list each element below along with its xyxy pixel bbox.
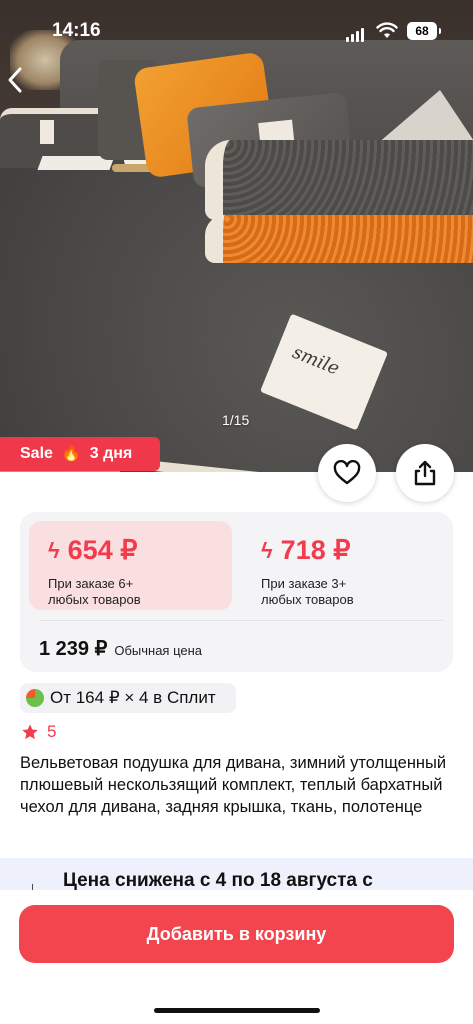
regular-price: 1 239 ₽ Обычная цена <box>39 636 202 661</box>
image-counter: 1/15 <box>222 412 250 428</box>
status-time: 14:16 <box>52 20 101 41</box>
rating[interactable]: 5 <box>21 722 56 742</box>
status-bar: 14:16 68 <box>0 18 473 46</box>
back-icon[interactable] <box>6 66 32 98</box>
sale-badge: Sale 🔥 3 дня <box>0 437 160 471</box>
home-indicator <box>154 1008 320 1013</box>
regular-price-value: 1 239 ₽ <box>39 638 108 660</box>
tier-price: 718 ₽ <box>280 535 351 565</box>
tier-price: 654 ₽ <box>67 535 138 565</box>
price-drop-text: Цена снижена с 4 по 18 августа с <box>63 870 373 891</box>
tier-condition: При заказе 3+ <box>261 576 347 591</box>
regular-price-label: Обычная цена <box>114 643 203 658</box>
heart-icon <box>333 460 361 485</box>
split-text: От 164 ₽ × 4 в Сплит <box>50 688 216 707</box>
bolt-icon: ϟ <box>261 537 273 563</box>
sale-label: Sale <box>20 445 53 462</box>
bottom-bar: Добавить в корзину <box>0 890 473 1024</box>
sale-days: 3 дня <box>89 445 133 462</box>
price-card: ϟ 654 ₽ При заказе 6+ любых товаров ϟ 718 … <box>20 512 453 672</box>
divider <box>39 620 443 621</box>
tier-condition: При заказе 6+ <box>48 576 134 591</box>
bolt-icon: ϟ <box>48 537 60 563</box>
add-to-cart-button[interactable]: Добавить в корзину <box>19 905 454 963</box>
rating-value: 5 <box>47 722 57 741</box>
tier-condition-sub: любых товаров <box>48 592 141 607</box>
share-icon <box>414 460 436 486</box>
price-tier-3plus[interactable]: ϟ 718 ₽ При заказе 3+ любых товаров <box>242 521 445 610</box>
split-installment-chip[interactable]: От 164 ₽ × 4 в Сплит <box>20 683 236 713</box>
split-icon <box>26 689 44 707</box>
tier-condition-sub: любых товаров <box>261 592 354 607</box>
product-title: Вельветовая подушка для дивана, зимний у… <box>20 754 447 816</box>
price-tier-6plus[interactable]: ϟ 654 ₽ При заказе 6+ любых товаров <box>29 521 232 610</box>
share-button[interactable] <box>396 444 454 502</box>
fire-icon: 🔥 <box>61 445 82 462</box>
signal-icon <box>346 24 366 42</box>
battery-icon: 68 <box>407 22 441 40</box>
wifi-icon <box>376 22 398 38</box>
star-icon <box>22 724 38 740</box>
product-image-gallery[interactable]: smile <box>0 0 473 472</box>
favorite-button[interactable] <box>318 444 376 502</box>
